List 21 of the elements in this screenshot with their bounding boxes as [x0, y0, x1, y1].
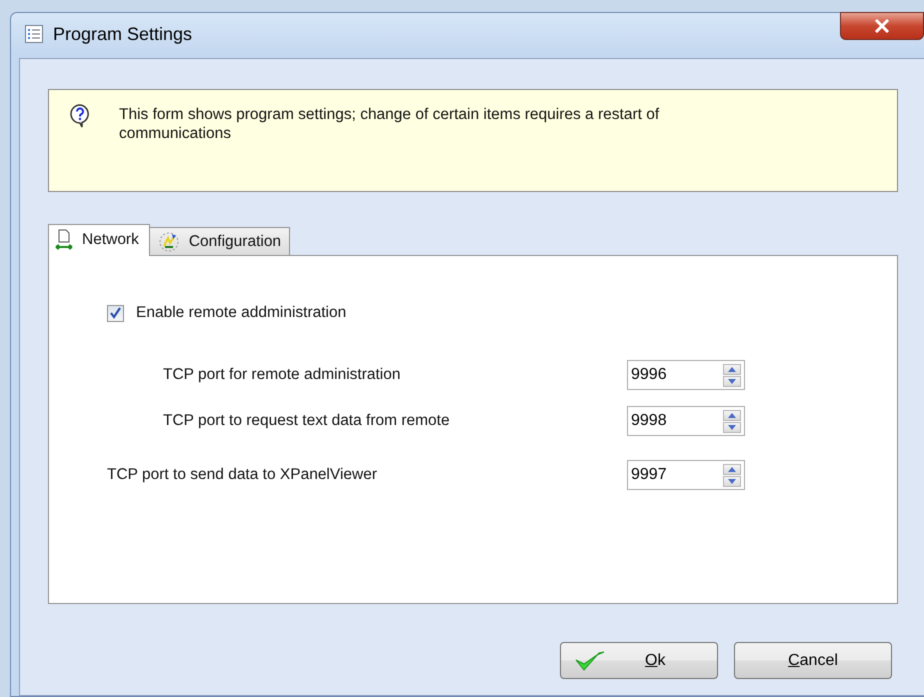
port-spinbox[interactable]: 9996	[627, 360, 745, 390]
checklist-icon	[25, 25, 43, 43]
gear-icon	[158, 230, 180, 252]
tab[interactable]: Network	[48, 224, 150, 256]
check-icon	[575, 650, 605, 670]
ok-button[interactable]: Ok	[560, 642, 718, 679]
tab[interactable]: Configuration	[148, 227, 290, 255]
port-spinbox[interactable]: 9998	[627, 406, 745, 436]
cancel-button[interactable]: Cancel	[734, 642, 892, 679]
network-icon	[55, 228, 73, 250]
close-button[interactable]	[840, 12, 924, 40]
port-spinbox[interactable]: 9997	[627, 460, 745, 490]
close-icon	[874, 19, 890, 33]
window-title: Program Settings	[53, 24, 192, 44]
checkbox-label: Enable remote addministration	[136, 304, 346, 322]
port-label: TCP port to request text data from remote	[162, 412, 451, 430]
info-text: This form shows program settings; change of certain items requires a restart of communications	[119, 105, 660, 144]
port-label: TCP port for remote administration	[162, 366, 402, 384]
port-label: TCP port to send data to XPanelViewer	[107, 466, 378, 484]
help-icon	[69, 104, 91, 128]
checkbox[interactable]	[107, 304, 124, 322]
